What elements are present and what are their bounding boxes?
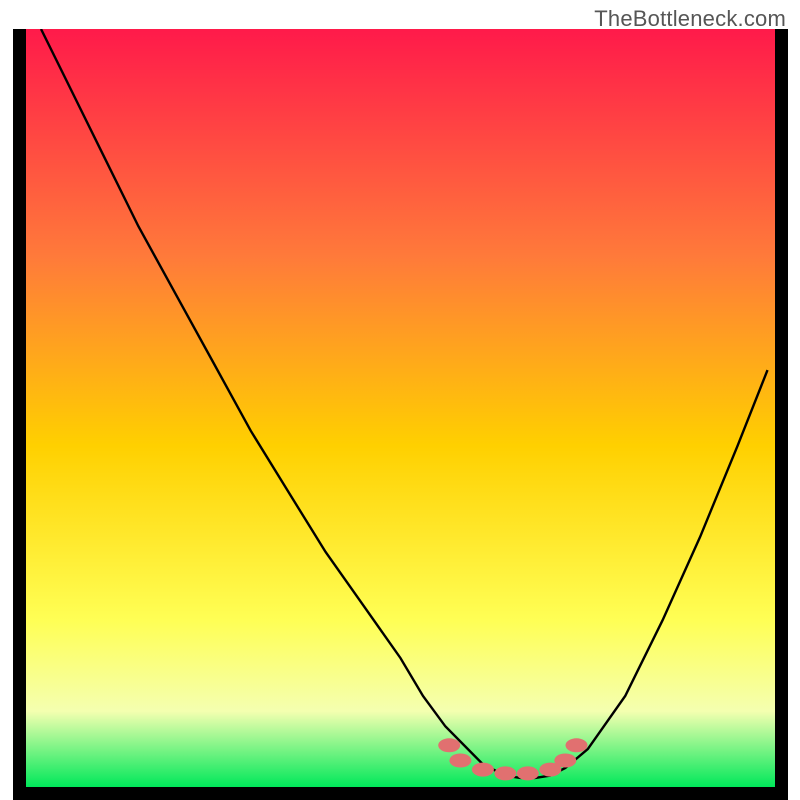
marker-dot: [566, 738, 588, 752]
gradient-background: [26, 29, 775, 787]
chart-stage: TheBottleneck.com: [0, 0, 800, 800]
marker-dot: [438, 738, 460, 752]
marker-dot: [517, 766, 539, 780]
marker-dot: [494, 766, 516, 780]
marker-dot: [554, 754, 576, 768]
plot-frame: [13, 29, 788, 800]
marker-dot: [449, 754, 471, 768]
plot-svg: [13, 29, 788, 800]
marker-dot: [472, 763, 494, 777]
